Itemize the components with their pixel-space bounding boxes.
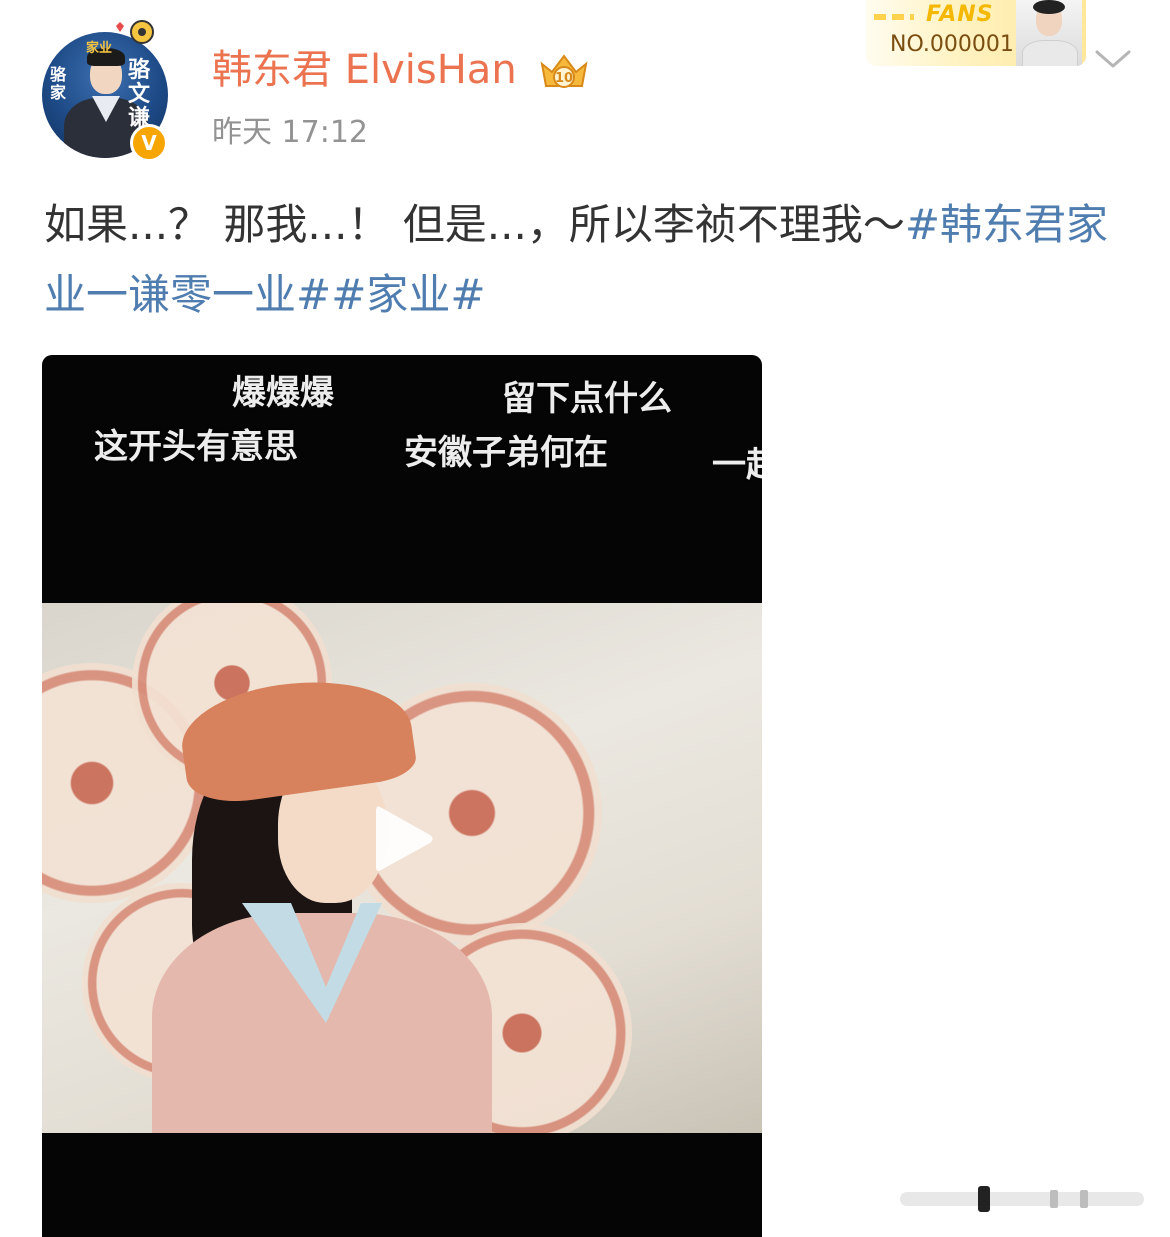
fans-decoration	[874, 14, 914, 20]
portrait-hair	[1033, 0, 1065, 14]
danmaku-comment: 一起	[712, 445, 762, 485]
portrait-body	[1022, 40, 1078, 66]
member-crown-icon: 10	[540, 54, 588, 88]
danmaku-comment: 爆爆爆	[232, 373, 334, 413]
fans-card[interactable]: FANS NO.000001	[866, 0, 1086, 66]
hashtag-link[interactable]: #家业#	[331, 270, 485, 319]
fans-portrait	[1016, 0, 1082, 66]
author-name[interactable]: 韩东君 ElvisHan	[212, 44, 517, 96]
chevron-down-icon[interactable]	[1094, 46, 1132, 72]
verified-badge-icon: V	[130, 124, 168, 162]
figure-robe	[152, 913, 492, 1133]
play-icon[interactable]	[372, 801, 436, 877]
image-watermark	[900, 1186, 1144, 1212]
danmaku-comment: 这开头有意思	[94, 427, 298, 467]
post-timestamp: 昨天 17:12	[212, 115, 368, 150]
video-player[interactable]: 爆爆爆 留下点什么 这开头有意思 安徽子弟何在 一起	[42, 355, 762, 1237]
avatar-left-text: 骆家	[50, 65, 67, 102]
avatar-right-text: 骆文谦	[128, 57, 151, 131]
avatar-pendant-icon	[116, 20, 154, 44]
fans-label: FANS	[926, 2, 994, 27]
post-text: 如果...？ 那我...！ 但是...，所以李祯不理我～	[44, 200, 905, 249]
danmaku-comment: 留下点什么	[502, 379, 672, 419]
avatar-title-text: 家业	[86, 41, 113, 56]
post-body: 如果...？ 那我...！ 但是...，所以李祯不理我～#韩东君家业一谦零一业#…	[44, 190, 1134, 330]
danmaku-comment: 安徽子弟何在	[404, 433, 608, 473]
fans-number: NO.000001	[890, 32, 1014, 57]
svg-text:10: 10	[555, 71, 573, 86]
